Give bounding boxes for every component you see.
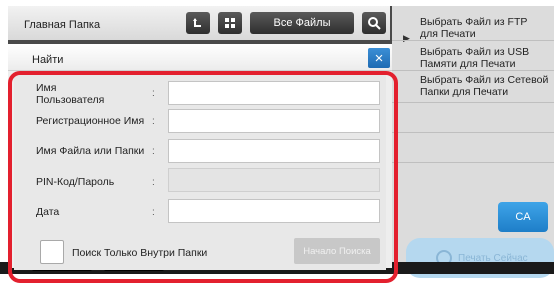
close-icon: × [374,49,384,67]
screen: Главная Папка Все Файлы ▶ Выбрать Файл и… [0,0,554,295]
folder-title: Главная Папка [24,19,101,31]
divider [392,40,554,41]
network-print-item[interactable]: Выбрать Файл из Сетевой Папки для Печати [420,74,552,98]
up-folder-button[interactable] [186,12,210,34]
dialog-title: Найти [32,54,64,66]
divider [392,70,554,71]
search-icon [368,17,381,30]
usb-print-item[interactable]: Выбрать Файл из USB Памяти для Печати [420,46,552,70]
highlight-frame [8,71,398,283]
divider [392,132,554,133]
grid-view-icon [225,18,235,28]
search-button[interactable] [362,12,386,34]
ftp-print-item[interactable]: Выбрать Файл из FTP для Печати [420,16,530,40]
dialog-title-bar: Найти × [8,44,392,71]
ca-button[interactable]: CA [498,202,548,232]
all-files-button[interactable]: Все Файлы [250,12,354,34]
divider [392,102,554,103]
divider [392,162,554,163]
grid-view-button[interactable] [218,12,242,34]
up-folder-icon [193,18,201,27]
close-button[interactable]: × [368,48,390,68]
triangle-right-icon: ▶ [403,33,410,43]
